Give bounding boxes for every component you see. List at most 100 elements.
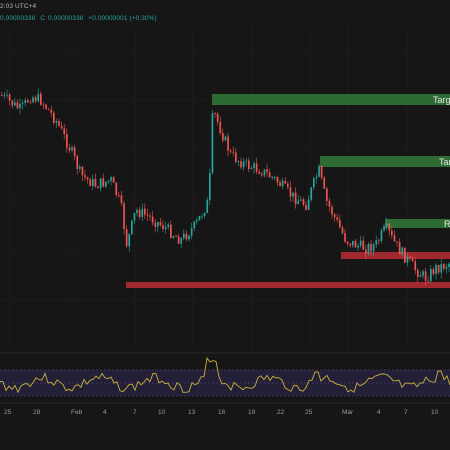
candle-body (357, 245, 359, 248)
zone-target-1-label: Targ (433, 95, 450, 105)
x-tick-label: 16 (218, 409, 226, 416)
candle-body (24, 100, 27, 103)
x-tick-label: 10 (158, 409, 166, 416)
candle-body (443, 264, 445, 269)
candle-body (183, 233, 185, 239)
candle-body (102, 178, 105, 187)
candle-body (398, 242, 401, 255)
candle-body (99, 178, 102, 189)
candle-body (131, 220, 133, 234)
candle-body (177, 236, 180, 244)
candle-body (133, 213, 136, 221)
x-tick-label: 10 (431, 409, 439, 416)
x-tick-label: Feb (71, 409, 83, 416)
candle-body (32, 97, 34, 103)
x-tick-label: 28 (33, 409, 41, 416)
candle-body (172, 236, 175, 238)
candle-body (97, 186, 99, 189)
candle-body (445, 267, 448, 269)
candle-body (302, 199, 305, 205)
candle-body (289, 187, 292, 197)
x-tick-label: 25 (4, 409, 12, 416)
x-tick-label: 19 (248, 409, 256, 416)
close-label: C (40, 15, 46, 22)
candle-body (120, 195, 123, 204)
candle-body (396, 241, 398, 243)
candle-body (42, 104, 45, 106)
candle-body (66, 134, 68, 148)
candle-body (40, 93, 42, 105)
candle-body (1, 95, 3, 96)
clock-readout: 2:03 UTC+4 (0, 3, 37, 10)
candle-body (370, 243, 372, 252)
x-tick-label: 4 (377, 409, 381, 416)
zone-support-upper[interactable] (341, 252, 450, 259)
candle-body (404, 247, 406, 263)
price-chart[interactable]: Targ Tar R 25 28 Feb 4 7 10 13 16 19 22 … (0, 0, 450, 450)
candle-body (341, 227, 344, 234)
candle-body (432, 269, 435, 274)
candle-body (380, 230, 383, 241)
chart-header: 2:03 UTC+4 0.00000338 C 0.00000338 +0.000… (0, 0, 450, 26)
candle-body (21, 102, 24, 105)
change-value: +0.00000001 (+0.30%) (88, 15, 157, 22)
candle-body (19, 104, 21, 109)
candle-body (224, 136, 227, 141)
candle-body (123, 203, 125, 230)
candle-body (310, 187, 313, 200)
candle-body (437, 264, 440, 273)
zone-target-2[interactable]: Tar (320, 156, 450, 167)
ohlc-readout: 0.00000338 C 0.00000338 +0.00000001 (+0.3… (0, 15, 160, 22)
candle-body (354, 240, 357, 248)
x-tick-label: 7 (404, 409, 408, 416)
x-tick-label: 13 (188, 409, 196, 416)
candle-body (227, 136, 229, 151)
candle-body (383, 226, 385, 231)
zone-target-2-label: Tar (439, 157, 450, 167)
candle-body (266, 169, 268, 173)
candle-body (214, 113, 216, 115)
candle-body (110, 177, 112, 181)
candle-body (86, 177, 89, 180)
candle-body (92, 178, 94, 187)
candle-body (422, 271, 424, 276)
candle-body (3, 94, 6, 96)
candle-body (89, 179, 92, 187)
candle-body (235, 152, 237, 162)
candle-body (287, 183, 289, 188)
candle-body (344, 233, 346, 242)
zone-target-1[interactable]: Targ (212, 94, 450, 105)
candle-body (409, 256, 411, 259)
candle-body (326, 188, 328, 201)
candle-body (53, 112, 55, 123)
candle-body (115, 182, 118, 195)
candle-body (435, 264, 437, 274)
candle-body (274, 177, 276, 178)
candle-body (136, 209, 138, 214)
candle-body (211, 113, 214, 174)
candle-body (159, 221, 162, 226)
candle-body (427, 280, 430, 282)
candle-body (323, 177, 326, 189)
zone-resistance[interactable]: R (385, 219, 450, 229)
candle-body (268, 172, 271, 178)
candle-body (263, 169, 266, 176)
candle-body (328, 200, 331, 207)
candle-body (346, 241, 349, 244)
candle-body (34, 97, 37, 102)
candle-body (190, 228, 193, 236)
candle-body (242, 161, 245, 168)
candle-body (105, 181, 107, 187)
zone-support-lower[interactable] (126, 282, 450, 288)
candle-body (359, 240, 362, 246)
candle-body (128, 233, 131, 247)
candle-body (315, 176, 318, 179)
candle-body (417, 270, 419, 277)
candle-body (393, 235, 396, 242)
candle-body (73, 147, 76, 157)
candle-body (206, 199, 209, 213)
candle-body (84, 175, 86, 178)
candle-body (76, 156, 79, 169)
candle-body (209, 173, 211, 200)
candle-body (170, 224, 172, 238)
